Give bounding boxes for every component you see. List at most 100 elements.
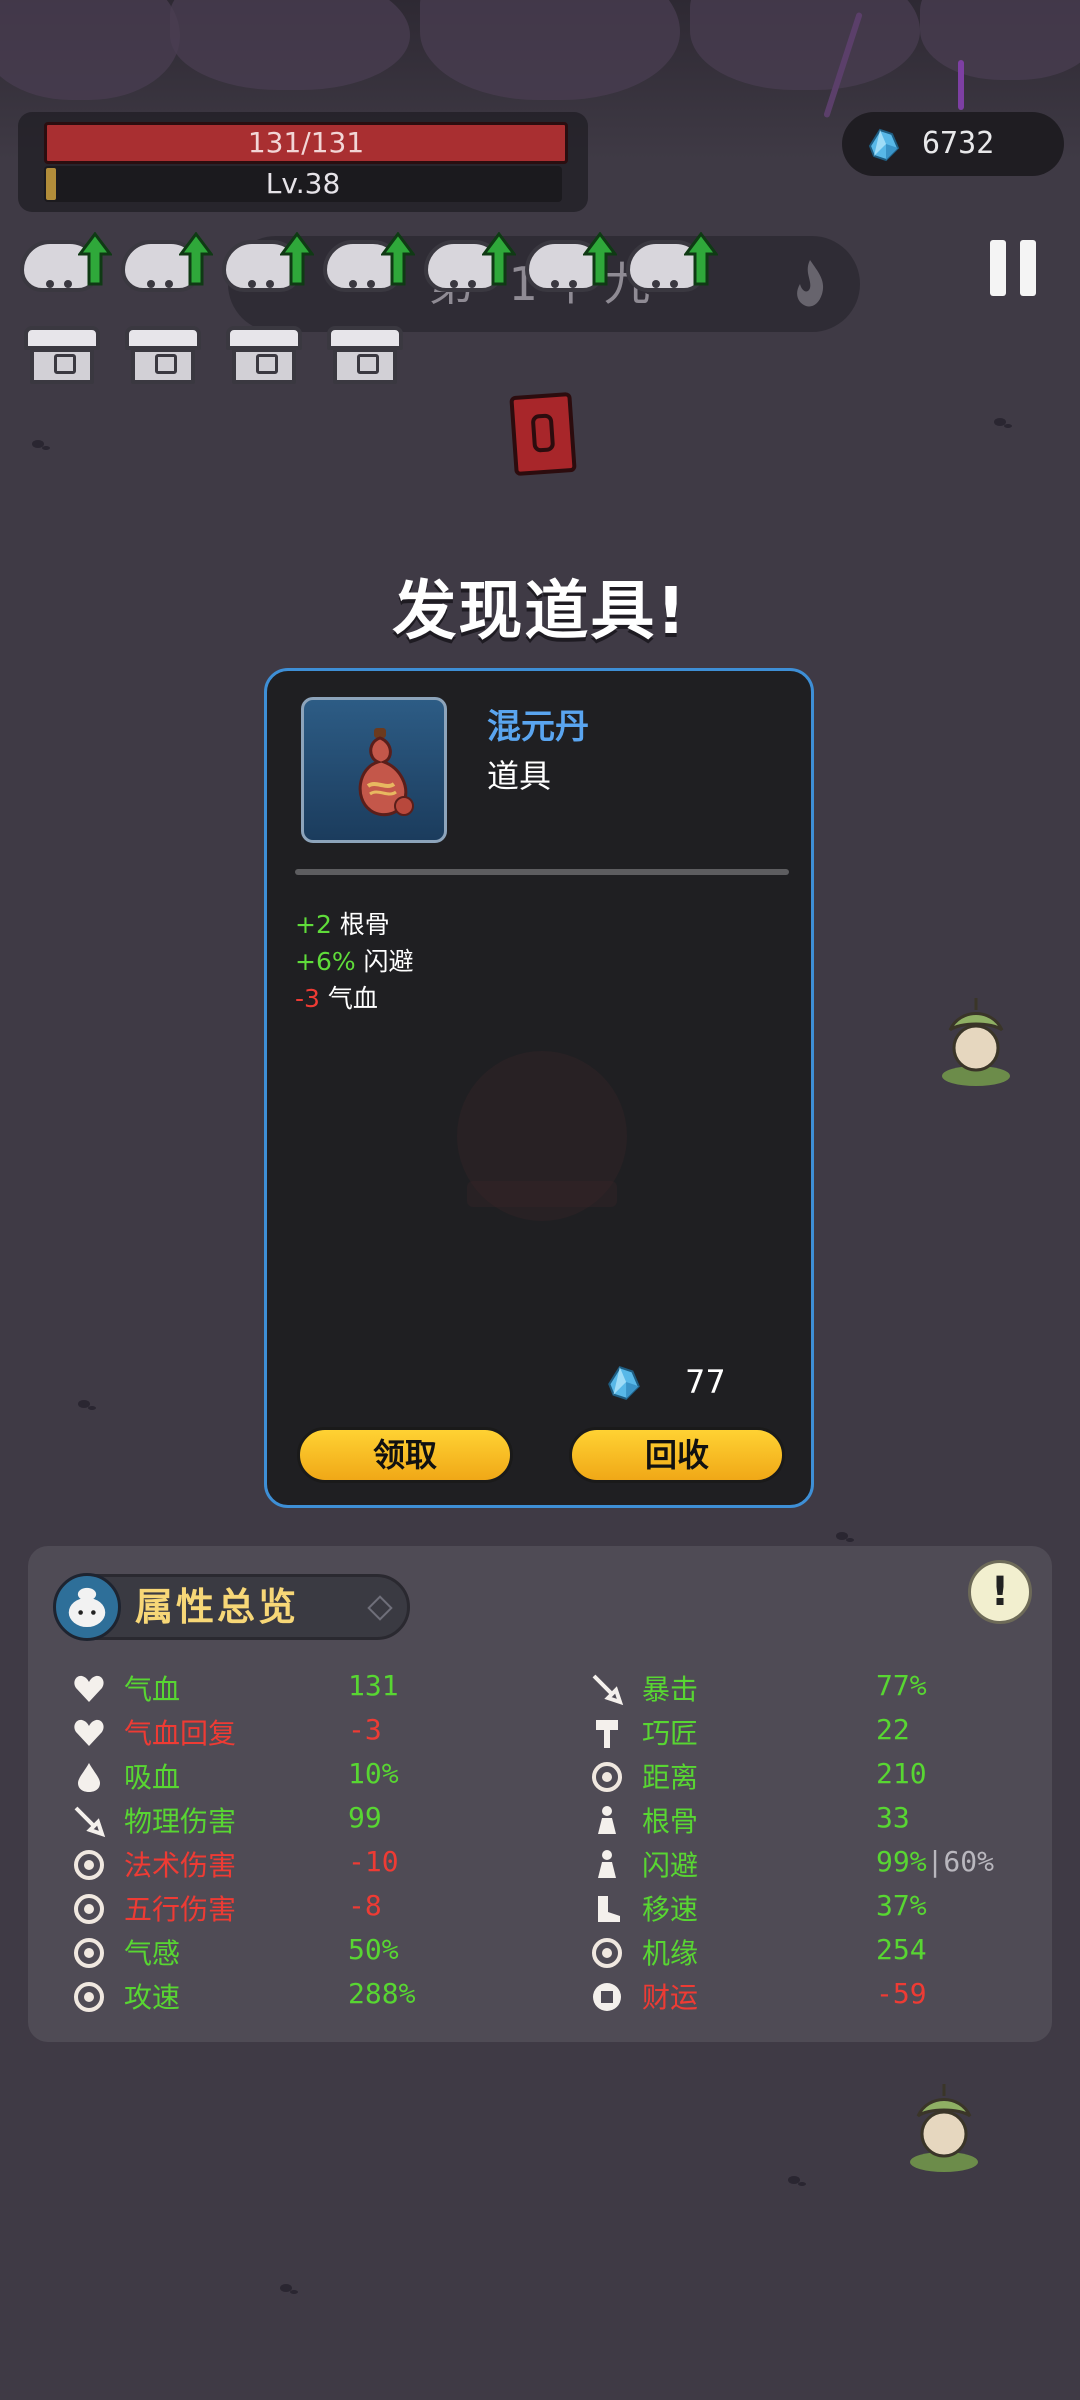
stat-row: 攻速 288% [72,1976,492,2016]
stat-name: 气感 [124,1937,181,1970]
stat-row: 根骨 33 [590,1800,1010,1840]
qi-sense-icon [74,1938,104,1968]
item-card: 混元丹 道具 +2 根骨 +6% 闪避 -3 气血 77 领取 回收 [264,668,814,1508]
range-icon [592,1762,622,1792]
dialog-title: 发现道具! [392,575,688,649]
level-bar: Lv.38 [44,166,562,202]
card-divider [295,869,789,875]
item-effect-row: +2 根骨 [295,905,390,941]
avatar [53,1573,121,1641]
stats-title: 属性总览 [135,1585,300,1629]
gem-count: 6732 [922,126,995,161]
stat-name: 巧匠 [642,1717,699,1750]
stat-value: -59 [876,1977,927,2010]
stat-value: 254 [876,1933,927,1966]
cloud-spirit-up-arrow-icon [525,224,617,302]
stat-row: 闪避 99%|60% [590,1844,1010,1884]
purple-vine-decoration [958,60,964,110]
cloud-spirit-up-arrow-icon [121,224,213,302]
item-effect-row: +6% 闪避 [295,942,414,978]
stat-row: 财运 -59 [590,1976,1010,2016]
stat-name: 气血 [124,1673,181,1706]
recycle-button[interactable]: 回收 [569,1427,785,1483]
item-effect-value: +6% [295,947,356,976]
stat-name: 攻速 [124,1981,181,2014]
boot-icon [598,1896,620,1922]
item-effect-label: 闪避 [355,947,414,976]
stat-value: -10 [348,1845,399,1878]
stat-value: -8 [348,1889,382,1922]
stat-name: 机缘 [642,1937,699,1970]
body-icon [598,1806,616,1834]
stat-value: 99 [348,1801,382,1834]
diamond-icon [367,1595,393,1621]
treasure-chest-icon [24,326,100,386]
stat-name: 闪避 [642,1849,699,1882]
pebble-decoration [78,1400,90,1408]
stat-row: 物理伤害 99 [72,1800,492,1840]
cloud-spirit-up-arrow-icon [323,224,415,302]
cloud-spirit-up-arrow-icon [626,224,718,302]
heart-icon [74,1675,104,1702]
stat-name: 财运 [642,1981,699,2014]
stat-name: 暴击 [642,1673,699,1706]
item-effect-value: -3 [295,984,320,1013]
item-icon-frame [301,697,447,843]
hammer-icon [596,1720,618,1748]
stat-value: 288% [348,1977,416,2010]
stat-row: 气血 131 [72,1668,492,1708]
stat-name: 五行伤害 [124,1893,237,1926]
blood-drop-icon [78,1763,100,1792]
pebble-decoration [280,2284,292,2292]
pause-button[interactable] [990,240,1040,296]
five-elements-icon [74,1894,104,1924]
claim-button[interactable]: 领取 [297,1427,513,1483]
card-watermark [467,1181,617,1207]
stat-value: 77% [876,1669,927,1702]
treasure-chest-icon [226,326,302,386]
stat-value: 22 [876,1713,910,1746]
stat-value: 210 [876,1757,927,1790]
treasure-chest-icon [125,326,201,386]
hp-bar: 131/131 [44,122,568,164]
stat-name: 气血回复 [124,1717,237,1750]
stat-value: -3 [348,1713,382,1746]
stat-name: 距离 [642,1761,699,1794]
item-effect-row: -3 气血 [295,979,378,1015]
stat-name: 物理伤害 [124,1805,237,1838]
stat-row: 气血回复 -3 [72,1712,492,1752]
spiral-icon [74,1850,104,1880]
item-effect-label: 气血 [319,984,378,1013]
character-face-icon [68,1587,106,1628]
stat-row: 气感 50% [72,1932,492,1972]
stat-row: 距离 210 [590,1756,1010,1796]
item-effect-label: 根骨 [331,910,390,939]
stat-row: 暴击 77% [590,1668,1010,1708]
coin-icon [593,1983,621,2011]
stat-value: 33 [876,1801,910,1834]
sprout-creature [910,2084,978,2172]
flame-icon [797,260,824,307]
stat-row: 五行伤害 -8 [72,1888,492,1928]
stat-name: 吸血 [124,1761,181,1794]
stat-row: 巧匠 22 [590,1712,1010,1752]
pebble-decoration [788,2176,800,2184]
stat-name: 法术伤害 [124,1849,237,1882]
dodge-icon [598,1850,616,1878]
pause-icon [990,240,1006,296]
stat-row: 移速 37% [590,1888,1010,1928]
gourd-icon [358,728,414,817]
stats-overview-panel: 属性总览 ! 气血 131 气血回复 -3 吸血 10% 物理伤害 99 法术伤害 -10 五行伤害… [28,1546,1052,2042]
info-button[interactable]: ! [968,1560,1032,1624]
hp-text: 131/131 [247,126,365,159]
item-price: 77 [685,1363,726,1401]
pause-icon [1020,240,1036,296]
stat-value: 131 [348,1669,399,1702]
sword-icon [74,1806,106,1838]
crystal-gem-icon [608,1366,640,1401]
stat-value: 99%|60% [876,1845,995,1878]
stat-value: 50% [348,1933,399,1966]
cloud-spirit-up-arrow-icon [20,224,112,302]
treasure-chest-icon [327,326,403,386]
stat-row: 法术伤害 -10 [72,1844,492,1884]
